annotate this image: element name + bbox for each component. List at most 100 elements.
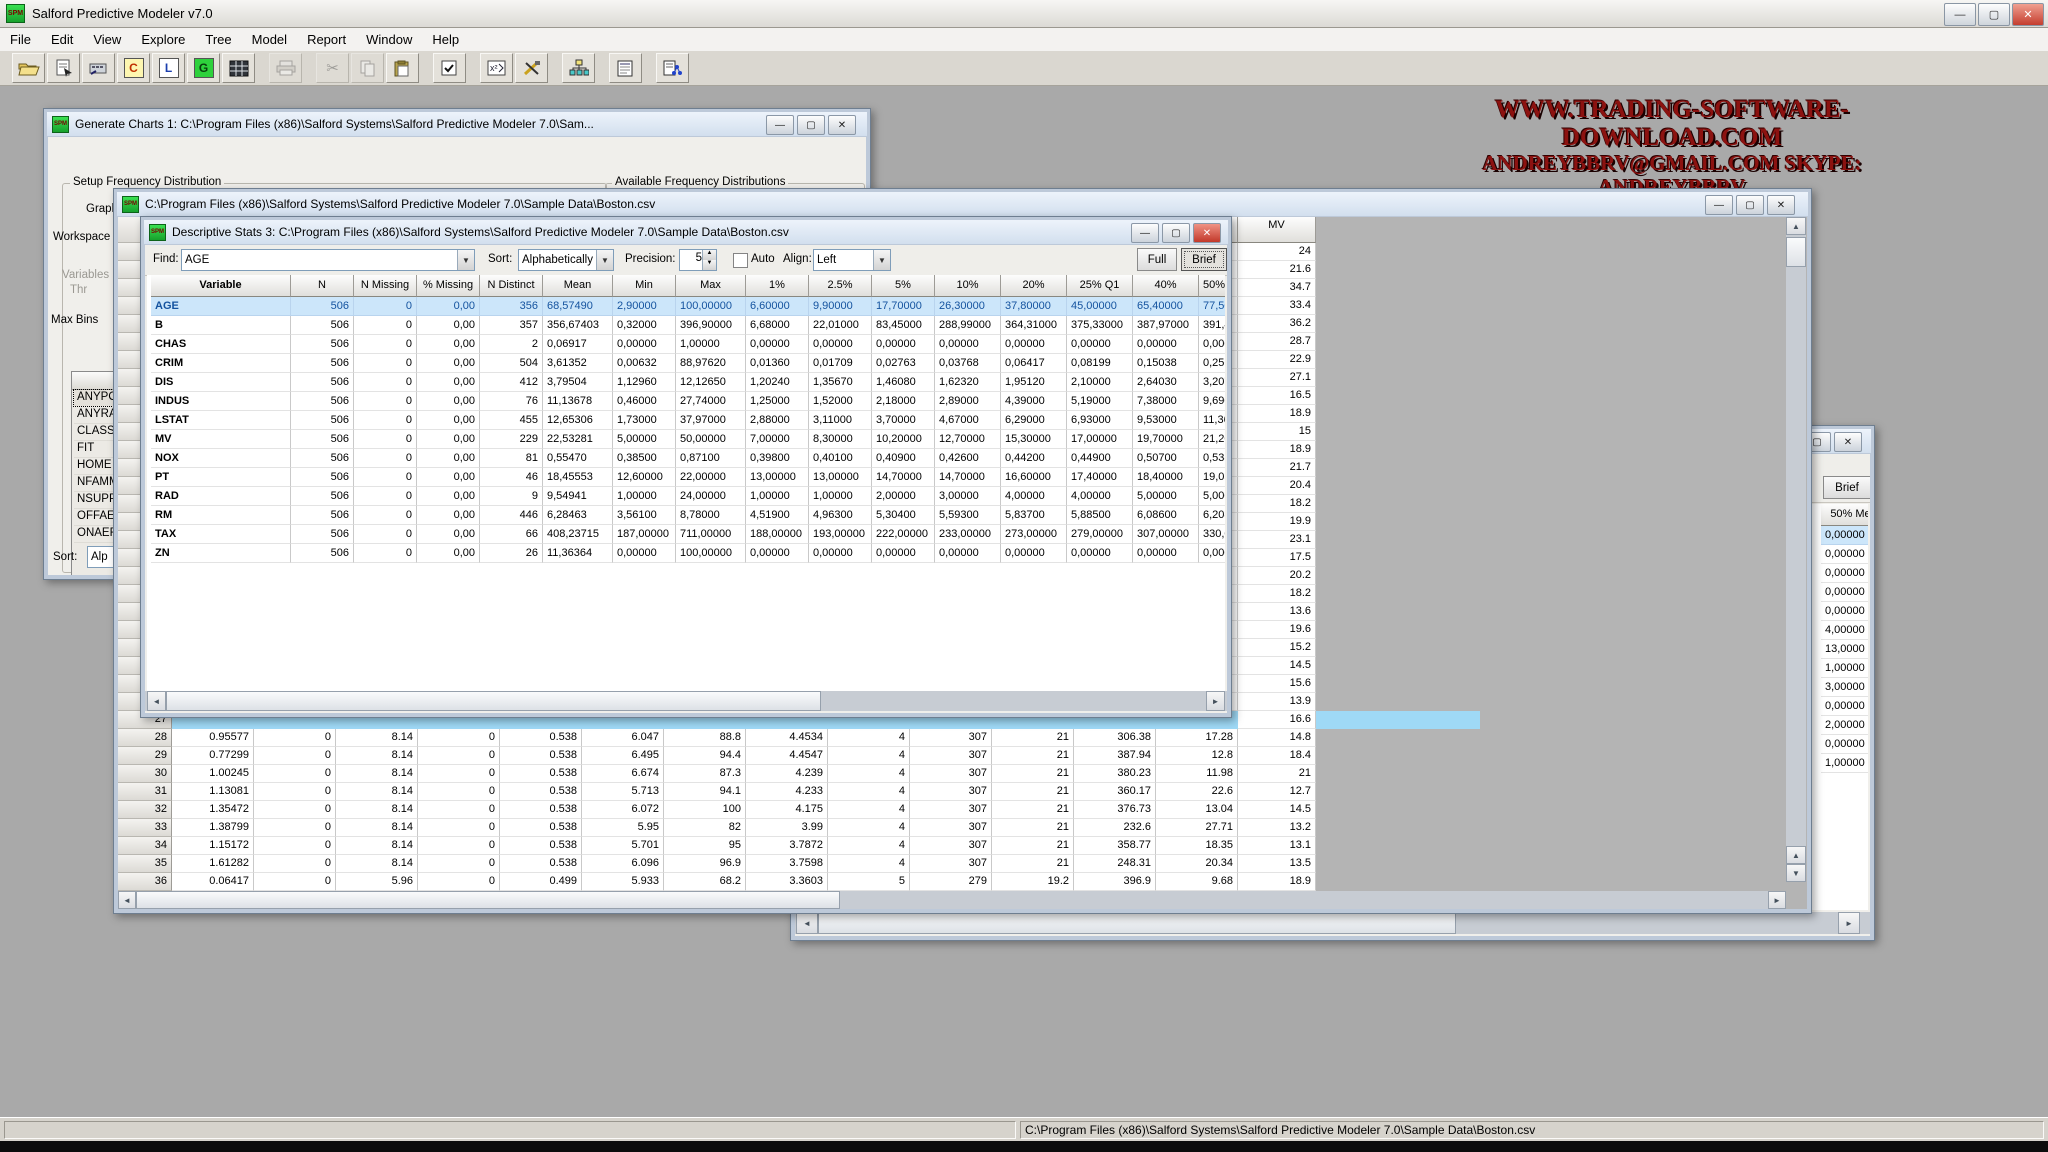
row-number-cell[interactable]: 29 (118, 747, 172, 765)
mv-cell[interactable]: 20.4 (1238, 477, 1316, 495)
table-cell[interactable]: 0 (254, 819, 336, 837)
table-cell[interactable]: 0.06417 (172, 873, 254, 891)
stats-cell[interactable]: 6,29000 (1001, 411, 1067, 430)
mv-cell[interactable]: 22.9 (1238, 351, 1316, 369)
table-cell[interactable]: 4 (828, 747, 910, 765)
stats-cell[interactable]: 1,00000 (746, 487, 809, 506)
table-cell[interactable]: 21 (992, 747, 1074, 765)
stats-cell[interactable]: 37,97000 (676, 411, 746, 430)
stats-cell[interactable]: 0,00000 (1133, 335, 1199, 354)
stats-cell[interactable]: 45,00000 (1067, 297, 1133, 316)
stats-cell[interactable]: 506 (291, 373, 354, 392)
stats-cell[interactable]: 12,65306 (543, 411, 613, 430)
scroll-right-button[interactable]: ► (1838, 912, 1860, 934)
variable-name-cell[interactable]: MV (151, 430, 291, 449)
table-cell[interactable]: 6.096 (582, 855, 664, 873)
stats2-close-button[interactable]: ✕ (1834, 432, 1862, 452)
table-cell[interactable]: 0 (254, 801, 336, 819)
stats-cell[interactable]: 0,02763 (872, 354, 935, 373)
stats-cell[interactable]: 0 (354, 392, 417, 411)
stats-cell[interactable]: 0,42600 (935, 449, 1001, 468)
table-cell[interactable]: 0 (418, 783, 500, 801)
stats-column-header[interactable]: Min (613, 275, 676, 297)
stats-cell[interactable]: 233,00000 (935, 525, 1001, 544)
table-cell[interactable]: 88.8 (664, 729, 746, 747)
v-scrollbar-track[interactable] (1786, 217, 1806, 882)
paste-icon[interactable] (386, 53, 419, 83)
stats2-cell[interactable]: 0,00000 (1821, 583, 1868, 602)
stats-cell[interactable]: 5,00000 (1133, 487, 1199, 506)
stats-cell[interactable]: 50,00000 (676, 430, 746, 449)
table-cell[interactable]: 5.713 (582, 783, 664, 801)
mv-cell[interactable]: 13.2 (1238, 819, 1316, 837)
table-cell[interactable]: 1.15172 (172, 837, 254, 855)
boston-close-button[interactable]: ✕ (1767, 195, 1795, 215)
table-cell[interactable]: 1.35472 (172, 801, 254, 819)
stats-cell[interactable]: 1,00000 (613, 487, 676, 506)
table-cell[interactable]: 307 (910, 783, 992, 801)
stats3-close-button[interactable]: ✕ (1193, 223, 1221, 243)
mv-cell[interactable]: 21.7 (1238, 459, 1316, 477)
stats-column-header[interactable]: 5% (872, 275, 935, 297)
stats-cell[interactable]: 0,00 (417, 544, 480, 563)
table-cell[interactable]: 21 (992, 765, 1074, 783)
menu-item-explore[interactable]: Explore (131, 28, 195, 51)
table-cell[interactable]: 68.2 (664, 873, 746, 891)
table-cell[interactable]: 307 (910, 747, 992, 765)
stats-cell[interactable]: 6,28463 (543, 506, 613, 525)
stats-cell[interactable]: 0,00000 (935, 335, 1001, 354)
stats-column-header[interactable]: % Missing (417, 275, 480, 297)
menu-item-window[interactable]: Window (356, 28, 422, 51)
stats-cell[interactable]: 17,00000 (1067, 430, 1133, 449)
table-cell[interactable]: 82 (664, 819, 746, 837)
stats-cell[interactable]: 4,96300 (809, 506, 872, 525)
table-cell[interactable]: 0 (254, 747, 336, 765)
stats-cell[interactable]: 8,78000 (676, 506, 746, 525)
stats-cell[interactable]: 2,00000 (872, 487, 935, 506)
table-cell[interactable]: 4 (828, 765, 910, 783)
stats-cell[interactable]: 6,68000 (746, 316, 809, 335)
stats-cell[interactable]: 0 (354, 449, 417, 468)
stats-cell[interactable]: 1,46080 (872, 373, 935, 392)
mv-cell[interactable]: 18.9 (1238, 441, 1316, 459)
table-cell[interactable]: 0.538 (500, 819, 582, 837)
stats-cell[interactable]: 506 (291, 468, 354, 487)
table-cell[interactable]: 307 (910, 819, 992, 837)
stats-cell[interactable]: 0,00000 (1067, 335, 1133, 354)
table-cell[interactable]: 360.17 (1074, 783, 1156, 801)
mv-cell[interactable]: 27.1 (1238, 369, 1316, 387)
stats-cell[interactable]: 3,61352 (543, 354, 613, 373)
table-cell[interactable]: 307 (910, 837, 992, 855)
stats-cell[interactable]: 0,00000 (935, 544, 1001, 563)
data-grid-icon[interactable] (222, 53, 255, 83)
mv-cell[interactable]: 23.1 (1238, 531, 1316, 549)
model-setup-icon[interactable] (433, 53, 466, 83)
stats-column-header[interactable]: N Missing (354, 275, 417, 297)
stats-cell[interactable]: 1,95120 (1001, 373, 1067, 392)
table-cell[interactable]: 0.538 (500, 765, 582, 783)
stats-column-header[interactable]: 20% (1001, 275, 1067, 297)
stats-column-header[interactable]: 25% Q1 (1067, 275, 1133, 297)
spinner-down-icon[interactable]: ▼ (702, 260, 716, 270)
stats-cell[interactable]: 0,00000 (1067, 544, 1133, 563)
table-cell[interactable]: 96.9 (664, 855, 746, 873)
stats-cell[interactable]: 19,0500 (1199, 468, 1225, 487)
scroll-left-button[interactable]: ◄ (147, 691, 166, 711)
stats-cell[interactable]: 5,30400 (872, 506, 935, 525)
mv-cell[interactable]: 12.7 (1238, 783, 1316, 801)
variable-name-cell[interactable]: CRIM (151, 354, 291, 373)
stats-cell[interactable]: 506 (291, 506, 354, 525)
stats-cell[interactable]: 11,3600 (1199, 411, 1225, 430)
stats-cell[interactable]: 100,00000 (676, 544, 746, 563)
maximize-button[interactable]: ▢ (1978, 3, 2010, 26)
precision-spinner[interactable]: 5▲▼ (679, 249, 717, 271)
row-number-cell[interactable]: 35 (118, 855, 172, 873)
v-scrollbar-thumb[interactable] (1786, 237, 1806, 267)
table-cell[interactable]: 0.77299 (172, 747, 254, 765)
mv-cell[interactable]: 19.9 (1238, 513, 1316, 531)
table-cell[interactable]: 307 (910, 855, 992, 873)
table-cell[interactable]: 0.538 (500, 801, 582, 819)
main-titlebar[interactable]: SPM Salford Predictive Modeler v7.0 — ▢ … (0, 0, 2048, 28)
stats-cell[interactable]: 0,08199 (1067, 354, 1133, 373)
stats-cell[interactable]: 1,52000 (809, 392, 872, 411)
